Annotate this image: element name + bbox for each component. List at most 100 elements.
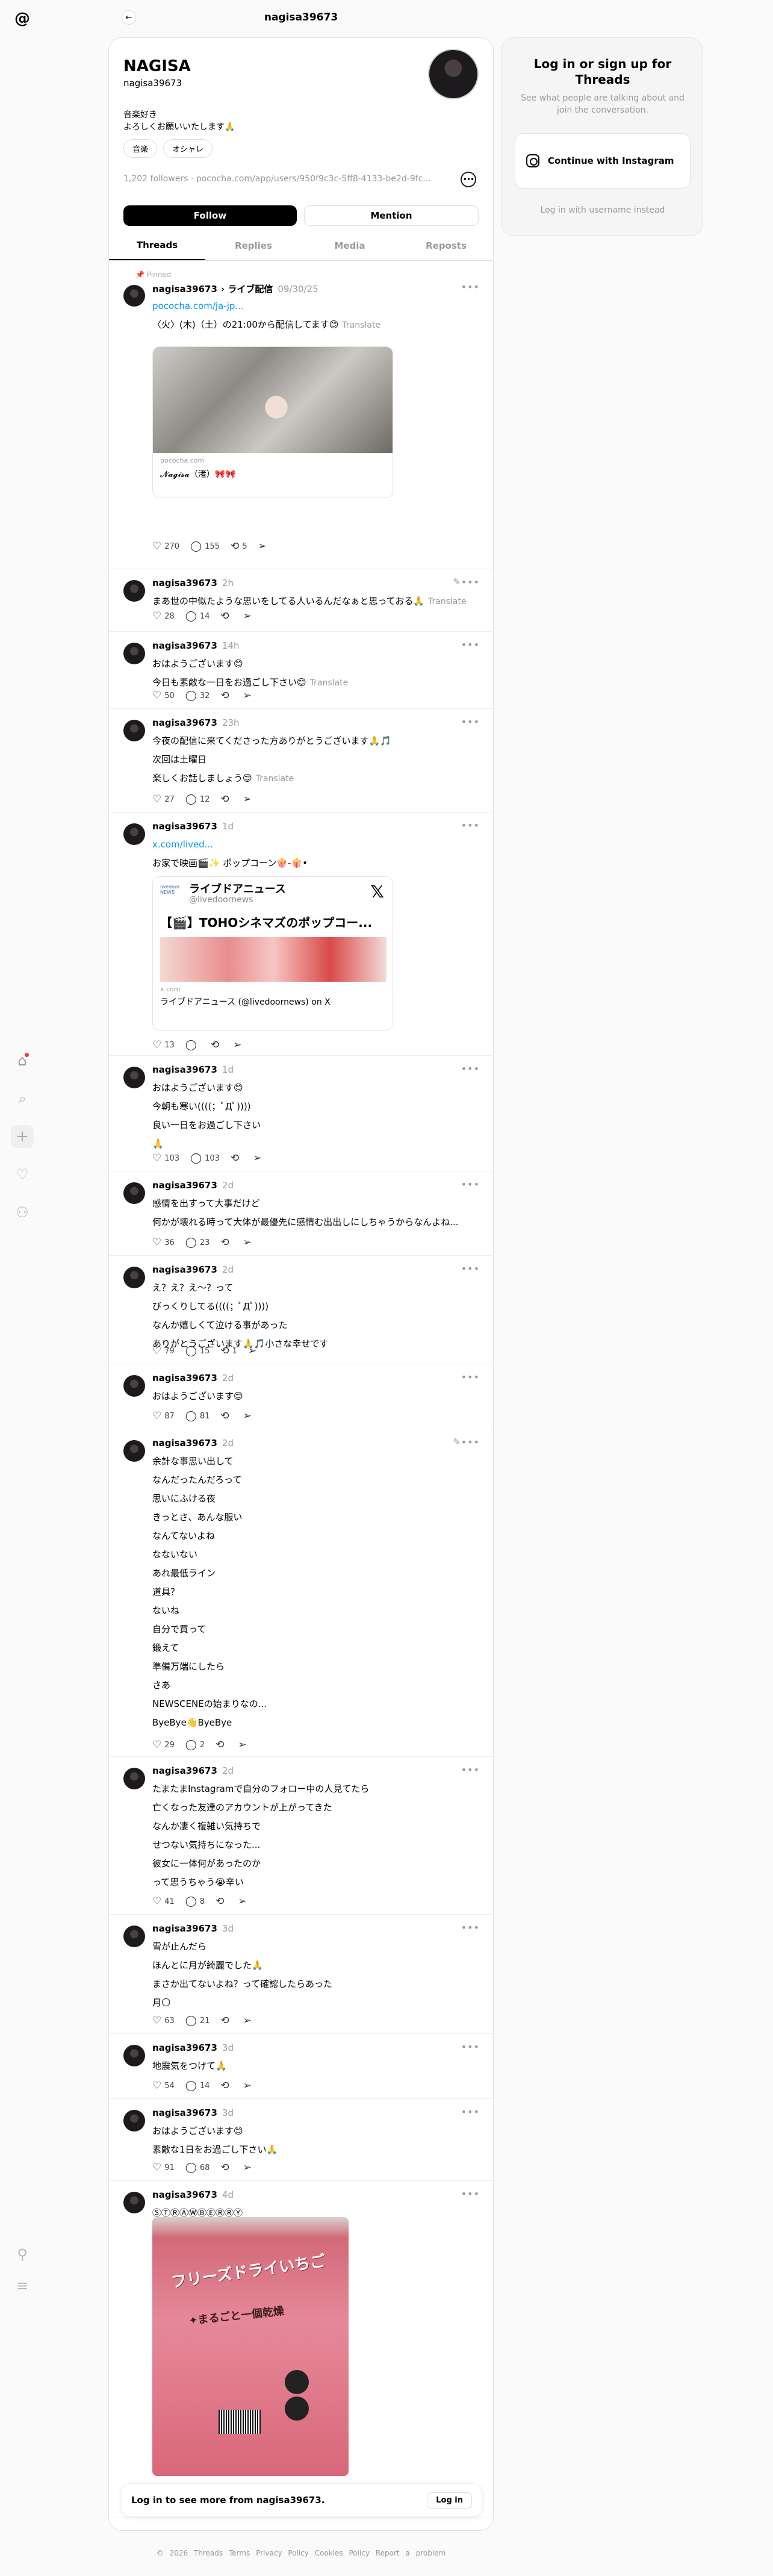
repost-button[interactable]: ⟲ — [211, 1039, 222, 1051]
thread-post[interactable]: nagisa39673 23h ••• 今夜の配信に来てくださった方ありがとうございま… — [109, 709, 493, 812]
thread-post[interactable]: nagisa39673 2d ••• え？え？え～？って びっくりしてる((((；ﾟДﾟ… — [109, 1256, 493, 1364]
share-button[interactable]: ➢ — [238, 1739, 249, 1751]
share-button[interactable]: ➢ — [233, 1039, 244, 1051]
post-username[interactable]: nagisa39673 — [152, 284, 217, 295]
share-button[interactable]: ➢ — [248, 1345, 259, 1357]
reply-button[interactable]: ◯ 21 — [185, 2015, 210, 2027]
thread-post[interactable]: nagisa39673 2d ••• 感情を出すって大事だけど 何かが壊れる時って大体が… — [109, 1171, 493, 1256]
repost-button[interactable]: ⟲ — [216, 1895, 227, 1907]
post-more-icon[interactable]: ••• — [461, 1436, 480, 1448]
post-username[interactable]: nagisa39673 — [152, 640, 217, 651]
post-username[interactable]: nagisa39673 — [152, 1264, 217, 1275]
reply-button[interactable]: ◯ 15 — [185, 1345, 210, 1357]
post-more-icon[interactable]: ••• — [461, 2188, 480, 2200]
reply-button[interactable]: ◯ 8 — [185, 1895, 205, 1907]
continue-instagram-button[interactable]: Continue with Instagram — [515, 133, 691, 189]
tab-media[interactable]: Media — [302, 231, 398, 260]
share-button[interactable]: ➢ — [243, 2015, 255, 2027]
post-username[interactable]: nagisa39673 — [152, 2107, 217, 2118]
repost-button[interactable]: ⟲ — [220, 2015, 232, 2027]
tab-threads[interactable]: Threads — [109, 231, 205, 260]
post-username[interactable]: nagisa39673 — [152, 1923, 217, 1934]
like-button[interactable]: ♡ 63 — [152, 2015, 175, 2027]
post-more-icon[interactable]: ••• — [461, 1764, 480, 1776]
tab-replies[interactable]: Replies — [205, 231, 302, 260]
reply-button[interactable]: ◯ 2 — [185, 1739, 205, 1751]
repost-button[interactable]: ⟲ — [220, 793, 232, 805]
post-more-icon[interactable]: ••• — [461, 2106, 480, 2118]
profile-avatar[interactable] — [428, 49, 479, 99]
post-username[interactable]: nagisa39673 — [152, 1373, 217, 1383]
post-more-icon[interactable]: ••• — [461, 1263, 480, 1274]
translate-link[interactable]: Translate — [342, 320, 380, 330]
thread-post[interactable]: nagisa39673 1d ••• おはようございます😊 今朝も寒い((((；ﾟДﾟ)… — [109, 1056, 493, 1171]
login-button[interactable]: Log in — [427, 2492, 472, 2509]
thread-post[interactable]: nagisa39673 2d ••• たまたまInstagramで自分のフォロー中の人… — [109, 1757, 493, 1915]
post-username[interactable]: nagisa39673 — [152, 2042, 217, 2053]
share-button[interactable]: ➢ — [243, 1237, 255, 1249]
post-avatar[interactable] — [123, 1182, 145, 1204]
post-more-icon[interactable]: ••• — [461, 716, 480, 728]
like-button[interactable]: ♡ 41 — [152, 1895, 175, 1907]
repost-button[interactable]: ⟲ — [220, 690, 232, 702]
like-button[interactable]: ♡ 87 — [152, 1410, 175, 1422]
reply-button[interactable]: ◯ 103 — [190, 1152, 220, 1164]
post-username[interactable]: nagisa39673 — [152, 717, 217, 728]
translate-link[interactable]: Translate — [256, 774, 294, 784]
heart-icon[interactable]: ♡ — [11, 1163, 34, 1186]
post-more-icon[interactable]: ••• — [461, 2041, 480, 2053]
like-button[interactable]: ♡ 13 — [152, 1039, 175, 1051]
post-avatar[interactable] — [123, 1375, 145, 1397]
post-username[interactable]: nagisa39673 — [152, 1438, 217, 1449]
share-button[interactable]: ➢ — [243, 793, 255, 805]
like-button[interactable]: ♡ 91 — [152, 2162, 175, 2174]
link-preview-card[interactable]: livedoor NEWS ライブドアニュース @livedoornews 𝕏 【🎬】T… — [152, 876, 393, 1031]
post-avatar[interactable] — [123, 580, 145, 602]
post-more-icon[interactable]: ••• — [461, 1371, 480, 1383]
repost-button[interactable]: ⟲ — [220, 2080, 232, 2092]
translate-link[interactable]: Translate — [310, 678, 349, 688]
post-username[interactable]: nagisa39673 — [152, 578, 217, 588]
post-avatar[interactable] — [123, 1440, 145, 1462]
repost-button[interactable]: ⟲ — [231, 1152, 242, 1164]
like-button[interactable]: ♡ 103 — [152, 1152, 179, 1164]
post-photo[interactable]: フリーズドライいちご ✦まるごと一個乾燥 — [152, 2217, 349, 2476]
reply-button[interactable]: ◯ — [185, 1039, 200, 1051]
post-link[interactable]: x.com/lived... — [152, 839, 213, 850]
post-avatar[interactable] — [123, 1267, 145, 1288]
post-link[interactable]: pococha.com/ja-jp... — [152, 301, 244, 311]
repost-button[interactable]: ⟲ — [220, 610, 232, 622]
post-avatar[interactable] — [123, 2192, 145, 2213]
thread-post[interactable]: nagisa39673 › ライブ配信 09/30/25 ••• pococha.com… — [109, 274, 493, 569]
like-button[interactable]: ♡ 28 — [152, 610, 175, 622]
tag-chip[interactable]: 音楽 — [123, 139, 158, 158]
threads-logo-icon[interactable]: @ — [12, 8, 33, 29]
create-icon[interactable]: + — [11, 1125, 34, 1148]
tab-reposts[interactable]: Reposts — [398, 231, 493, 260]
post-more-icon[interactable]: ••• — [461, 281, 480, 293]
share-button[interactable]: ➢ — [243, 2080, 255, 2092]
like-button[interactable]: ♡ 29 — [152, 1739, 175, 1751]
reply-button[interactable]: ◯ 12 — [185, 793, 210, 805]
post-avatar[interactable] — [123, 1926, 145, 1947]
share-button[interactable]: ➢ — [243, 690, 255, 702]
share-button[interactable]: ➢ — [258, 540, 269, 552]
post-avatar[interactable] — [123, 285, 145, 307]
back-button[interactable]: ← — [122, 10, 136, 25]
thread-post[interactable]: nagisa39673 1d ••• x.com/lived... お家で映画🎬✨ ポッ… — [109, 812, 493, 1056]
more-options-icon[interactable]: ••• — [461, 172, 476, 187]
tag-chip[interactable]: オシャレ — [163, 139, 213, 158]
thread-post[interactable]: nagisa39673 3d ••• 地震気をつけて🙏 ♡ 54 ◯ 14 ⟲ ➢ — [109, 2034, 493, 2099]
post-username[interactable]: nagisa39673 — [152, 2189, 217, 2200]
post-avatar[interactable] — [123, 720, 145, 741]
repost-button[interactable]: ⟲ — [220, 1410, 232, 1422]
reply-button[interactable]: ◯ 81 — [185, 1410, 210, 1422]
repost-button[interactable]: ⟲ — [216, 1739, 227, 1751]
translate-link[interactable]: Translate — [428, 597, 467, 607]
post-more-icon[interactable]: ••• — [461, 576, 480, 588]
post-more-icon[interactable]: ••• — [461, 1063, 480, 1074]
mention-button[interactable]: Mention — [304, 205, 479, 226]
share-button[interactable]: ➢ — [253, 1152, 264, 1164]
home-icon[interactable]: ⌂ — [11, 1049, 34, 1072]
post-more-icon[interactable]: ••• — [461, 1179, 480, 1190]
